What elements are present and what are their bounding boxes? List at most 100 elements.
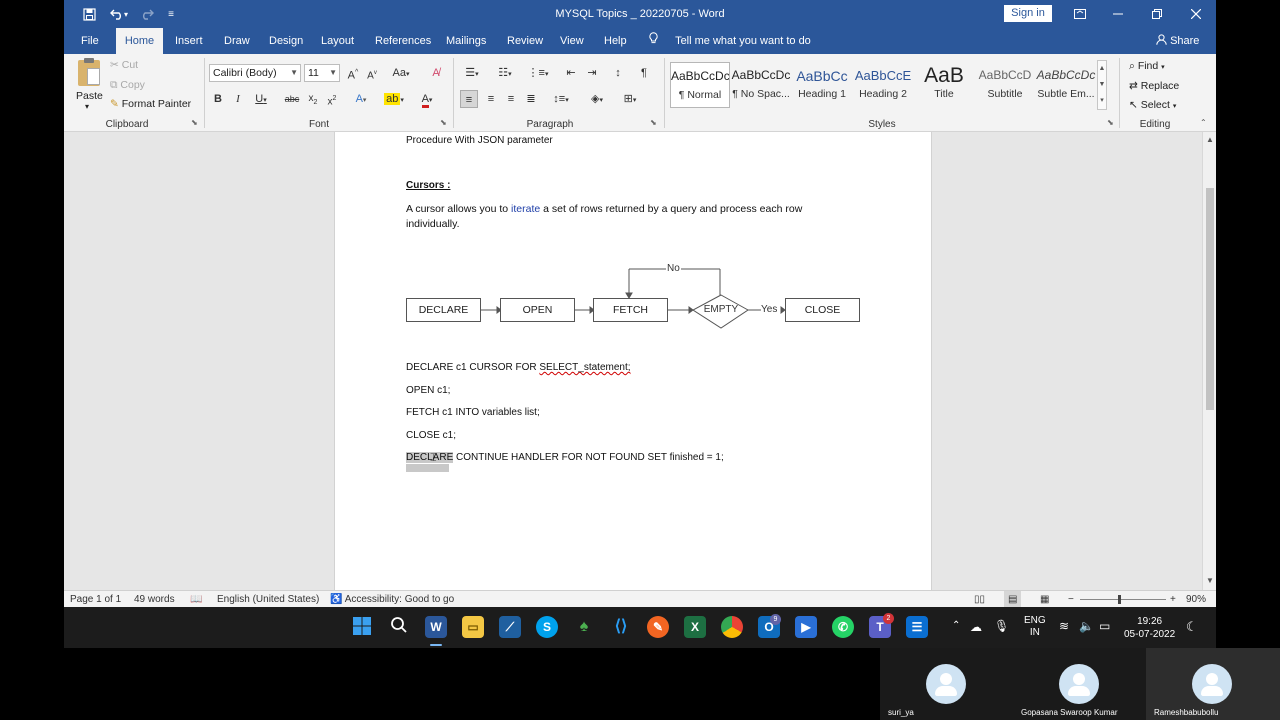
subscript-icon[interactable]: x2 — [305, 90, 321, 108]
tab-mailings[interactable]: Mailings — [446, 28, 486, 54]
zoom-slider-thumb[interactable] — [1118, 595, 1121, 604]
style-heading-2[interactable]: AaBbCcE Heading 2 — [853, 62, 913, 108]
tab-view[interactable]: View — [560, 28, 584, 54]
web-layout-icon[interactable]: ▦ — [1040, 591, 1049, 608]
decrease-indent-icon[interactable]: ⇤ — [563, 64, 579, 82]
participant-tile[interactable]: Rameshbabubollu — [1146, 648, 1280, 720]
italic-icon[interactable]: I — [231, 90, 245, 108]
mysql-workbench-icon[interactable]: ⟋ — [499, 616, 521, 638]
tab-file[interactable]: File — [81, 28, 99, 54]
onedrive-icon[interactable]: ☁ — [970, 620, 982, 634]
chevron-up-icon[interactable]: ▲ — [1098, 61, 1106, 77]
shrink-font-icon[interactable]: Av — [363, 64, 381, 82]
select-button[interactable]: ↖ Select ▾ — [1129, 99, 1176, 111]
bold-icon[interactable]: B — [211, 90, 225, 108]
language-indicator[interactable]: ENG IN — [1024, 615, 1046, 639]
ribbon-display-icon[interactable] — [1061, 0, 1099, 28]
style-title[interactable]: AaB Title — [914, 62, 974, 108]
scroll-thumb[interactable] — [1206, 188, 1214, 410]
shading-icon[interactable]: ◈▾ — [584, 90, 610, 108]
chrome-icon[interactable] — [721, 616, 743, 638]
notepad-icon[interactable]: ☰ — [906, 616, 928, 638]
more-styles-icon[interactable]: ▾ — [1098, 93, 1106, 109]
zoom-out-icon[interactable]: − — [1068, 591, 1074, 608]
chevron-down-icon[interactable]: ▼ — [1098, 77, 1106, 93]
vscode-icon[interactable]: ⟨⟩ — [610, 616, 632, 638]
strikethrough-icon[interactable]: abc — [282, 90, 302, 108]
paragraph-launcher-icon[interactable]: ⬊ — [650, 118, 657, 127]
styles-launcher-icon[interactable]: ⬊ — [1107, 118, 1114, 127]
file-explorer-icon[interactable]: ▭ — [462, 616, 484, 638]
multilevel-list-icon[interactable]: ⋮≡▾ — [525, 64, 551, 82]
zoom-slider[interactable] — [1080, 595, 1166, 604]
media-player-icon[interactable]: ▶ — [795, 616, 817, 638]
format-painter-button[interactable]: ✎ Format Painter — [110, 98, 191, 110]
zoom-in-icon[interactable]: + — [1170, 591, 1176, 608]
whatsapp-icon[interactable]: ✆ — [832, 616, 854, 638]
collapse-ribbon-icon[interactable]: ⌃ — [1200, 118, 1207, 127]
vertical-scrollbar[interactable]: ▲ ▼ — [1202, 132, 1216, 590]
scroll-up-icon[interactable]: ▲ — [1203, 134, 1216, 146]
justify-icon[interactable]: ≣ — [522, 90, 540, 108]
highlight-icon[interactable]: ab ▾ — [380, 90, 408, 108]
line-spacing-icon[interactable]: ↕≡▾ — [548, 90, 574, 108]
style-subtitle[interactable]: AaBbCcD Subtitle — [975, 62, 1035, 108]
document-page[interactable]: Procedure With JSON parameter Cursors : … — [334, 132, 932, 590]
font-size-select[interactable]: 11 ▼ — [304, 64, 340, 82]
align-center-icon[interactable]: ≡ — [482, 90, 500, 108]
windows-start-icon[interactable] — [351, 616, 373, 638]
accessibility-status[interactable]: ♿ Accessibility: Good to go — [330, 591, 454, 608]
tab-design[interactable]: Design — [269, 28, 303, 54]
superscript-icon[interactable]: x2 — [324, 90, 340, 108]
style-no-spacing[interactable]: AaBbCcDc ¶ No Spac... — [731, 62, 791, 108]
align-left-icon[interactable]: ≡ — [460, 90, 478, 108]
paste-button[interactable]: Paste ▾ — [72, 58, 106, 114]
tab-home[interactable]: Home — [116, 28, 163, 54]
participant-tile[interactable]: Gopasana Swaroop Kumar — [1013, 648, 1146, 720]
font-color-icon[interactable]: A▾ — [414, 90, 440, 108]
language-status[interactable]: English (United States) — [217, 591, 319, 608]
change-case-icon[interactable]: Aa▾ — [388, 64, 414, 82]
text-effects-icon[interactable]: A▾ — [348, 90, 374, 108]
tab-references[interactable]: References — [375, 28, 431, 54]
battery-icon[interactable]: ▭ — [1099, 619, 1110, 633]
cursor-flow-diagram[interactable]: DECLARE OPEN FETCH EMPTY CLOSE No Yes — [335, 132, 933, 332]
tab-layout[interactable]: Layout — [321, 28, 354, 54]
tab-draw[interactable]: Draw — [224, 28, 250, 54]
close-window-icon[interactable] — [1177, 0, 1215, 28]
find-button[interactable]: ⌕ Find ▾ — [1129, 60, 1165, 73]
show-hidden-icons-icon[interactable]: ⌃ — [952, 620, 960, 631]
participant-tile[interactable]: suri_ya — [880, 648, 1013, 720]
replace-button[interactable]: ⇄ Replace — [1129, 80, 1179, 92]
restore-icon[interactable] — [1138, 0, 1176, 28]
clear-formatting-icon[interactable]: A̸ — [428, 64, 444, 82]
save-icon[interactable] — [76, 0, 102, 28]
word-app-icon[interactable]: W — [425, 616, 447, 638]
do-not-disturb-icon[interactable]: ☾ — [1186, 619, 1198, 635]
pilcrow-icon[interactable]: ¶ — [636, 64, 652, 82]
align-right-icon[interactable]: ≡ — [502, 90, 520, 108]
clock[interactable]: 19:26 05-07-2022 — [1124, 615, 1175, 641]
undo-dropdown-icon[interactable]: ▾ — [120, 0, 132, 28]
font-name-select[interactable]: Calibri (Body) ▼ — [209, 64, 301, 82]
zoom-level[interactable]: 90% — [1186, 591, 1206, 608]
volume-icon[interactable]: 🔈 — [1079, 619, 1094, 633]
skype-icon[interactable]: S — [536, 616, 558, 638]
print-layout-icon[interactable]: ▤ — [1004, 591, 1022, 608]
bullets-icon[interactable]: ☰▾ — [460, 64, 484, 82]
cut-button[interactable]: ✂ Cut — [110, 59, 138, 71]
increase-indent-icon[interactable]: ⇥ — [584, 64, 600, 82]
style-normal[interactable]: AaBbCcDc ¶ Normal — [670, 62, 730, 108]
customize-qat-icon[interactable]: ≡ — [158, 0, 184, 28]
clipboard-launcher-icon[interactable]: ⬊ — [191, 118, 198, 127]
tab-review[interactable]: Review — [507, 28, 543, 54]
proofing-icon[interactable]: 📖 — [190, 591, 202, 608]
grow-font-icon[interactable]: A^ — [344, 64, 362, 82]
sort-icon[interactable]: ↕ — [610, 64, 626, 82]
search-icon[interactable] — [388, 616, 410, 638]
minimize-icon[interactable] — [1099, 0, 1137, 28]
styles-scroll[interactable]: ▲ ▼ ▾ — [1097, 60, 1107, 110]
app-icon[interactable]: ♠ — [573, 616, 595, 638]
microphone-icon[interactable]: 🎙 — [994, 619, 1009, 633]
word-count[interactable]: 49 words — [134, 591, 175, 608]
